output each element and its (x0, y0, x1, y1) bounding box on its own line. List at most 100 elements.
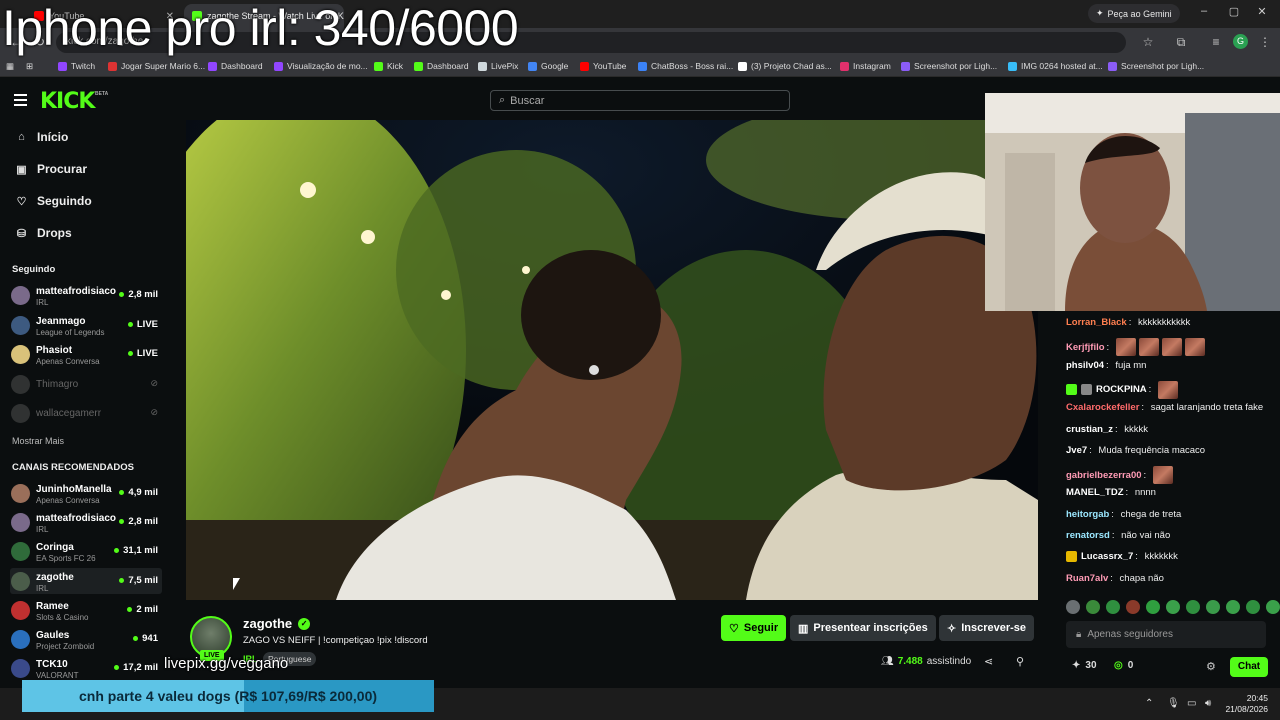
sidebar-channel-juninhomanella[interactable]: JuninhoManella Apenas Conversa 4,9 mil (10, 480, 162, 506)
sidebar-channel-gaules[interactable]: Gaules Project Zomboid 941 (10, 626, 162, 652)
chat-username[interactable]: Kerjfjfilo (1066, 342, 1105, 353)
bookmark-item[interactable]: Screenshot por Ligh... (1108, 61, 1204, 71)
heart-icon: ♡ (729, 622, 739, 635)
emote-icon[interactable] (1146, 600, 1160, 614)
bookmark-item[interactable]: Kick (374, 61, 403, 71)
chat-badge-icon (1066, 551, 1077, 563)
bookmark-favicon-icon (738, 61, 747, 71)
apps-icon[interactable]: ▦ (6, 61, 14, 72)
emote-icon[interactable] (1186, 600, 1200, 614)
kick-logo[interactable]: KICK (40, 89, 95, 114)
sidebar-channel-jeanmago[interactable]: Jeanmago League of Legends LIVE (10, 312, 162, 338)
avatar (11, 315, 30, 335)
screen: YouTube ✕ zagothe Stream - Watch Live on… (0, 0, 1280, 720)
share-icon[interactable]: ⋖ (984, 655, 993, 668)
sidebar-channel-coringa[interactable]: Coringa EA Sports FC 26 31,1 mil (10, 538, 162, 564)
maximize-icon[interactable]: ▢ (1226, 5, 1242, 18)
minimize-icon[interactable]: – (1196, 5, 1212, 17)
emote-icon (1152, 466, 1173, 485)
subscribe-button[interactable]: ✧ Inscrever-se (939, 615, 1035, 641)
search-input[interactable]: ⌕ Buscar (490, 90, 790, 111)
chat-panel: 🔒︎ Apenas seguidores ✦ 30 ◎ 0 ⚙ Chat Lor… (1058, 311, 1280, 680)
apps-grid-icon[interactable]: ⊞ (26, 61, 33, 72)
viewer-count: 7,5 mil (119, 575, 158, 586)
emote-icon[interactable] (1226, 600, 1240, 614)
offline-icon: ⊘ (150, 377, 158, 388)
sidebar-nav-drops[interactable]: ⛁ Drops (16, 226, 72, 240)
verified-icon: ✓ (298, 617, 311, 630)
rewards-count[interactable]: ◎ 0 (1114, 660, 1133, 671)
sidebar-channel-wallacegamerr[interactable]: wallacegamerr ⊘ (10, 400, 162, 426)
channel-points[interactable]: ✦ 30 (1072, 660, 1097, 671)
sidebar-channel-tck10[interactable]: TCK10 VALORANT 17,2 mil (10, 655, 162, 681)
chat-username[interactable]: crustian_z (1066, 424, 1113, 435)
bookmark-item[interactable]: LivePix (478, 61, 518, 71)
clip-icon[interactable]: ⚲ (1016, 655, 1024, 668)
sidebar-channel-matteafrodisiaco[interactable]: matteafrodisiaco IRL 2,8 mil (10, 509, 162, 535)
profile-avatar[interactable]: G (1233, 34, 1248, 49)
chat-username[interactable]: Jve7 (1066, 445, 1087, 456)
sidebar-channel-zagothe[interactable]: zagothe IRL 7,5 mil (10, 567, 162, 594)
bookmark-item[interactable]: Instagram (840, 61, 891, 71)
emote-icon[interactable] (1166, 600, 1180, 614)
network-icon[interactable]: ▭ (1187, 698, 1196, 709)
chevron-up-icon[interactable]: ⌃ (1145, 698, 1153, 709)
chat-username[interactable]: gabrielbezerra00 (1066, 470, 1142, 481)
emote-icon[interactable] (1266, 600, 1280, 614)
microphone-icon[interactable]: 🎙︎ (1167, 698, 1180, 709)
lock-icon: 🔒︎ (1076, 629, 1082, 640)
emote-icon[interactable] (1206, 600, 1220, 614)
system-clock[interactable]: 20:45 21/08/2026 (1225, 693, 1268, 715)
sidebar-nav-procurar[interactable]: ▣ Procurar (16, 162, 87, 176)
bookmark-item[interactable]: (3) Projeto Chad as... (738, 61, 832, 71)
bookmarks-bar: ▦ ⊞ Twitch Jogar Super Mario 6... Dashboar… (0, 57, 1280, 77)
emote-icon[interactable] (1066, 600, 1080, 614)
bookmark-item[interactable]: Dashboard (208, 61, 263, 71)
sidebar-channel-ramee[interactable]: Ramee Slots & Casino 2 mil (10, 597, 162, 623)
sidebar-channel-phasiot[interactable]: Phasiot Apenas Conversa LIVE (10, 341, 162, 367)
extensions-icon[interactable]: ⧉ (1173, 35, 1189, 50)
emote-icon[interactable] (1246, 600, 1260, 614)
chat-username[interactable]: Ruan7alv (1066, 573, 1108, 584)
volume-icon[interactable]: 🔊︎ (1205, 698, 1211, 709)
bookmark-item[interactable]: IMG 0264 hosted at... (1008, 61, 1103, 71)
chat-send-button[interactable]: Chat (1230, 657, 1268, 677)
emote-icon[interactable] (1086, 600, 1100, 614)
gear-icon[interactable]: ⚙ (1206, 660, 1216, 673)
chat-username[interactable]: Cxalarockefeller (1066, 402, 1139, 413)
bookmark-item[interactable]: Twitch (58, 61, 95, 71)
chat-username[interactable]: Lorran_Black (1066, 317, 1127, 328)
bookmark-item[interactable]: Visualização de mo... (274, 61, 368, 71)
chat-input[interactable]: 🔒︎ Apenas seguidores (1066, 621, 1266, 648)
sidebar-nav-início[interactable]: ⌂ Início (16, 130, 68, 144)
bookmark-item[interactable]: ChatBoss - Boss rai... (638, 61, 733, 71)
menu-dots-icon[interactable]: ⋮ (1257, 35, 1273, 49)
sidebar-channel-thimagro[interactable]: Thimagro ⊘ (10, 371, 162, 397)
gemini-button[interactable]: ✦ Peça ao Gemini (1088, 4, 1180, 23)
gift-subs-button[interactable]: ▥ Presentear inscrições (790, 615, 936, 641)
sidebar-nav-seguindo[interactable]: ♡ Seguindo (16, 194, 92, 208)
search-icon: ⌕ (499, 94, 506, 106)
chat-username[interactable]: MANEL_TDZ (1066, 487, 1124, 498)
video-player[interactable] (186, 120, 1038, 600)
bookmark-item[interactable]: Google (528, 61, 568, 71)
bookmark-star-icon[interactable]: ☆ (1140, 35, 1156, 49)
chat-username[interactable]: heitorgab (1066, 509, 1109, 520)
chat-username[interactable]: ROCKPINA (1096, 384, 1147, 395)
chat-username[interactable]: Lucassrx_7 (1081, 551, 1133, 562)
chat-username[interactable]: phsilv04 (1066, 360, 1104, 371)
bookmark-item[interactable]: Jogar Super Mario 6... (108, 61, 205, 71)
streamer-name[interactable]: zagothe ✓ (243, 616, 311, 631)
bookmark-item[interactable]: Dashboard (414, 61, 469, 71)
media-icon[interactable]: ≡ (1208, 35, 1224, 49)
chat-username[interactable]: renatorsd (1066, 530, 1110, 541)
close-window-icon[interactable]: ✕ (1254, 5, 1270, 18)
hamburger-menu-icon[interactable] (14, 94, 27, 109)
show-more-link[interactable]: Mostrar Mais (12, 436, 64, 446)
emote-icon[interactable] (1106, 600, 1120, 614)
emote-icon[interactable] (1126, 600, 1140, 614)
bookmark-item[interactable]: YouTube (580, 61, 626, 71)
bookmark-item[interactable]: Screenshot por Ligh... (901, 61, 997, 71)
sidebar-channel-matteafrodisiaco[interactable]: matteafrodisiaco IRL 2,8 mil (10, 282, 162, 308)
follow-button[interactable]: ♡ Seguir (721, 615, 787, 641)
